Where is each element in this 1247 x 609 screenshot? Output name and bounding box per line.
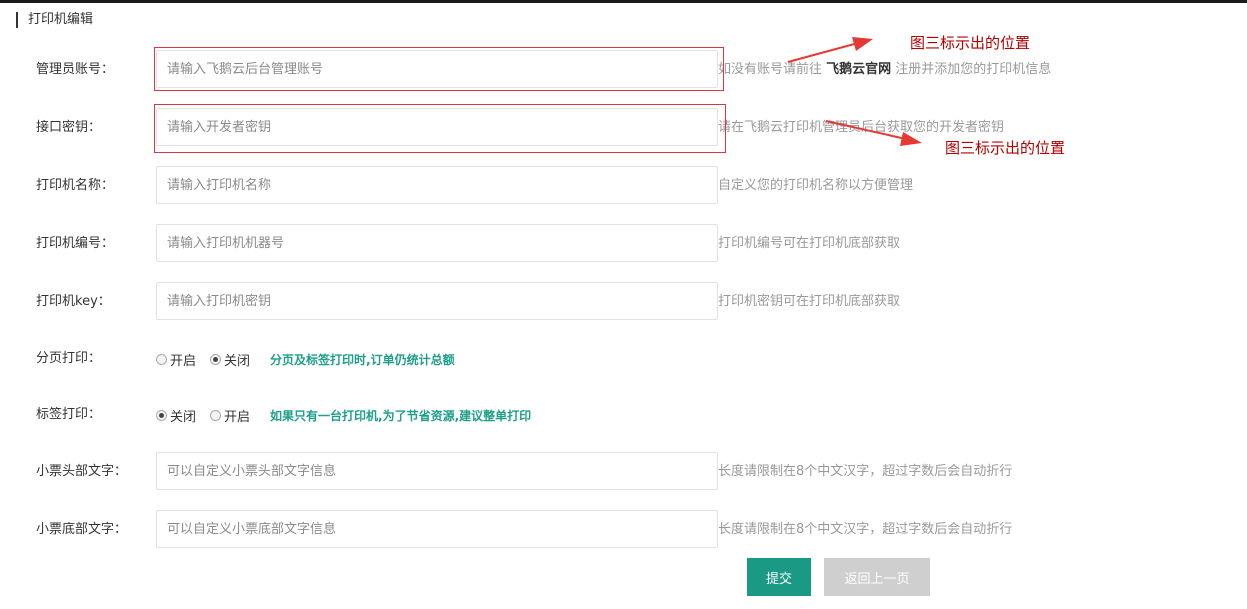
- annotation-arrowhead-1: [852, 37, 873, 51]
- printer-key-hint: 打印机密钥可在打印机底部获取: [718, 294, 901, 309]
- label-print-note: 如果只有一台打印机,为了节省资源,建议整单打印: [270, 408, 532, 423]
- admin-account-hint-suffix: 注册并添加您的打印机信息: [891, 62, 1052, 77]
- printer-name-label: 打印机名称：: [36, 178, 115, 193]
- paging-print-note: 分页及标签打印时,订单仍统计总额: [270, 352, 455, 367]
- annotation-text-2: 图三标示出的位置: [945, 139, 1066, 157]
- api-key-input[interactable]: [156, 108, 718, 146]
- printer-number-label: 打印机编号：: [36, 236, 115, 251]
- admin-account-label: 管理员账号：: [36, 62, 115, 77]
- annotation-text-1: 图三标示出的位置: [910, 34, 1031, 52]
- admin-account-hint-prefix: 如没有账号请前往: [718, 62, 827, 77]
- api-key-hint: 请在飞鹅云打印机管理员后台获取您的开发者密钥: [718, 120, 1005, 135]
- receipt-footer-hint: 长度请限制在8个中文汉字，超过字数后会自动折行: [718, 522, 1013, 537]
- admin-account-input[interactable]: [156, 50, 718, 88]
- label-print-on-radio[interactable]: 开启: [210, 406, 250, 425]
- receipt-footer-input[interactable]: [156, 510, 718, 548]
- printer-number-input[interactable]: [156, 224, 718, 262]
- label-print-label: 标签打印：: [36, 407, 102, 422]
- radio-unchecked-icon: [156, 353, 167, 365]
- receipt-header-label: 小票头部文字：: [36, 464, 128, 479]
- receipt-footer-label: 小票底部文字：: [36, 522, 128, 537]
- printer-number-hint: 打印机编号可在打印机底部获取: [718, 236, 901, 251]
- admin-account-hint: 如没有账号请前往 飞鹅云官网 注册并添加您的打印机信息: [718, 61, 1051, 79]
- paging-print-label: 分页打印：: [36, 351, 102, 366]
- annotation-arrow-1: [787, 42, 859, 63]
- label-print-off-radio[interactable]: 关闭: [156, 406, 196, 425]
- label-print-on-label: 开启: [224, 409, 251, 425]
- paging-print-on-radio[interactable]: 开启: [156, 350, 196, 369]
- back-button[interactable]: 返回上一页: [824, 558, 930, 596]
- radio-unchecked-icon: [210, 409, 222, 421]
- printer-key-label: 打印机key：: [36, 294, 111, 309]
- label-print-off-label: 关闭: [170, 409, 197, 425]
- printer-name-hint: 自定义您的打印机名称以方便管理: [718, 178, 914, 193]
- section-title: 打印机编辑: [16, 12, 93, 28]
- feie-cloud-site-link[interactable]: 飞鹅云官网: [826, 62, 891, 77]
- paging-print-options: 开启 关闭 分页及标签打印时,订单仍统计总额: [156, 350, 455, 369]
- receipt-header-input[interactable]: [156, 452, 718, 490]
- api-key-label: 接口密钥：: [36, 120, 102, 135]
- receipt-header-hint: 长度请限制在8个中文汉字，超过字数后会自动折行: [718, 464, 1013, 479]
- paging-print-off-label: 关闭: [224, 353, 251, 369]
- radio-checked-icon: [156, 409, 167, 421]
- top-border: [0, 0, 1247, 3]
- paging-print-on-label: 开启: [170, 353, 197, 369]
- printer-key-input[interactable]: [156, 282, 718, 320]
- printer-name-input[interactable]: [156, 166, 718, 204]
- radio-checked-icon: [210, 353, 222, 365]
- submit-button[interactable]: 提交: [747, 558, 811, 596]
- label-print-options: 关闭 开启 如果只有一台打印机,为了节省资源,建议整单打印: [156, 406, 532, 425]
- paging-print-off-radio[interactable]: 关闭: [210, 350, 250, 369]
